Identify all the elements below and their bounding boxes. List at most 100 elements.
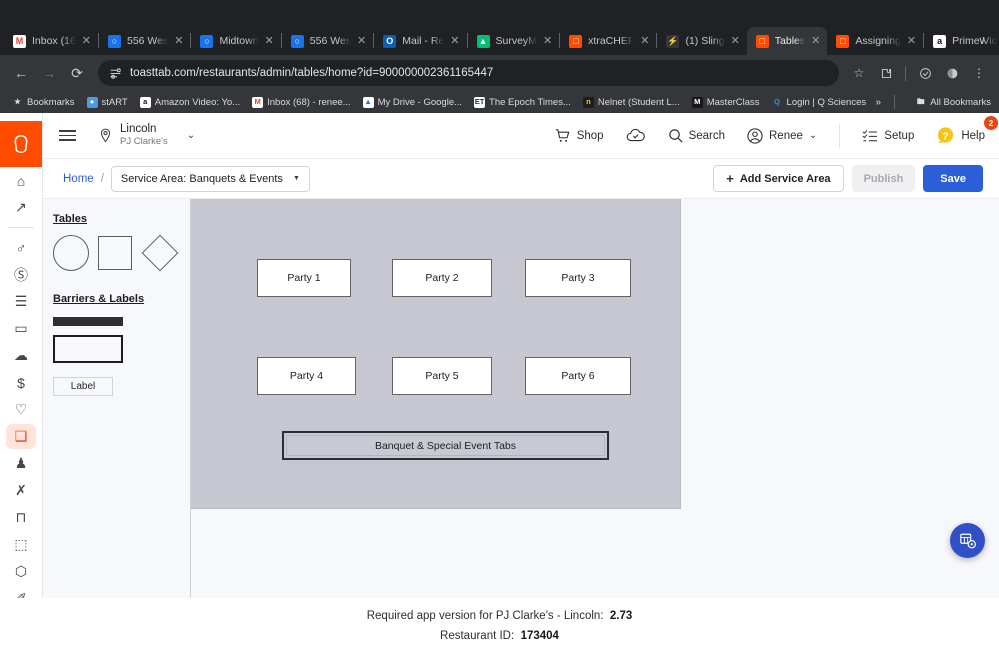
toast-map-icon: ○ bbox=[200, 34, 214, 48]
floorplan-banquet-barrier[interactable]: Banquet & Special Event Tabs bbox=[282, 431, 609, 460]
browser-tab-active[interactable]: □ Tables ✕ bbox=[746, 27, 828, 55]
hamburger-icon[interactable] bbox=[59, 130, 76, 141]
close-icon[interactable]: ✕ bbox=[450, 35, 459, 47]
browser-tab[interactable]: O Mail - Re ✕ bbox=[374, 27, 466, 55]
bookmark-item[interactable]: Q Login | Q Sciences bbox=[766, 95, 873, 110]
location-switcher[interactable]: Lincoln PJ Clarke's ⌄ bbox=[98, 123, 195, 147]
floorplan-table[interactable]: Party 2 bbox=[392, 259, 492, 297]
sidebar-item-reporting[interactable]: ↗ bbox=[6, 195, 36, 220]
browser-tab[interactable]: ○ 556 Wes ✕ bbox=[99, 27, 190, 55]
open-barrier-shape[interactable] bbox=[53, 335, 123, 363]
bookmark-item[interactable]: ET The Epoch Times... bbox=[468, 95, 577, 110]
sidebar-item-service[interactable]: ☁ bbox=[6, 343, 36, 368]
sidebar-item-chef[interactable]: ♟ bbox=[6, 451, 36, 476]
browser-tab[interactable]: ○ 556 Wes ✕ bbox=[282, 27, 373, 55]
add-service-area-button[interactable]: + Add Service Area bbox=[713, 165, 844, 192]
cloud-status-button[interactable] bbox=[626, 128, 646, 144]
close-icon[interactable]: ✕ bbox=[907, 35, 916, 47]
sidebar-item-takeout[interactable]: ✗ bbox=[6, 478, 36, 503]
service-area-select[interactable]: Service Area: Banquets & Events ▼ bbox=[110, 165, 310, 192]
help-badge: 2 bbox=[984, 116, 998, 130]
sidebar-item-integrations[interactable]: ⬡ bbox=[6, 559, 36, 584]
sidebar-item-loyalty[interactable]: ♡ bbox=[6, 397, 36, 422]
bookmark-item[interactable]: M MasterClass bbox=[686, 95, 766, 110]
app-header: Lincoln PJ Clarke's ⌄ Shop Search Renee … bbox=[43, 113, 999, 159]
back-button[interactable]: ← bbox=[8, 60, 34, 86]
browser-tab[interactable]: □ Assigning ✕ bbox=[827, 27, 923, 55]
floorplan-table[interactable]: Party 4 bbox=[257, 357, 356, 395]
browser-tab[interactable]: □ xtraCHEF ✕ bbox=[560, 27, 656, 55]
sidebar-item-tables[interactable]: ⊓ bbox=[6, 505, 36, 530]
bookmarks-overflow-button[interactable]: » bbox=[875, 97, 881, 108]
chevron-down-icon[interactable]: ⌄ bbox=[187, 130, 195, 141]
bookmark-item[interactable]: ▲ My Drive - Google... bbox=[357, 95, 468, 110]
search-button[interactable]: Search bbox=[668, 128, 725, 143]
sidebar-item-kitchen[interactable]: ▭ bbox=[6, 316, 36, 341]
breadcrumb-home[interactable]: Home bbox=[63, 173, 94, 185]
forward-button[interactable]: → bbox=[36, 60, 62, 86]
shop-label: Shop bbox=[576, 129, 604, 142]
floorplan-table[interactable]: Party 3 bbox=[525, 259, 631, 297]
diamond-table-shape[interactable] bbox=[141, 234, 179, 272]
help-button[interactable]: ? Help 2 bbox=[936, 116, 998, 145]
bookmark-item[interactable]: a Amazon Video: Yo... bbox=[134, 95, 246, 110]
solid-barrier-shape[interactable] bbox=[53, 317, 123, 326]
shop-button[interactable]: Shop bbox=[555, 128, 604, 144]
toast-logo-icon[interactable] bbox=[0, 121, 42, 167]
profile-avatar-icon[interactable] bbox=[940, 61, 964, 85]
close-icon[interactable]: ✕ bbox=[174, 35, 183, 47]
label-shape[interactable]: Label bbox=[53, 377, 113, 396]
chrome-menu-icon[interactable]: ⋮ bbox=[967, 61, 991, 85]
address-bar[interactable]: toasttab.com/restaurants/admin/tables/ho… bbox=[98, 60, 839, 86]
close-icon[interactable]: ✕ bbox=[265, 35, 274, 47]
browser-tab[interactable]: ○ Midtown ✕ bbox=[191, 27, 280, 55]
account-button[interactable]: Renee ⌄ bbox=[747, 127, 817, 144]
sync-profile-icon[interactable] bbox=[913, 61, 937, 85]
amazon-icon: a bbox=[139, 96, 151, 108]
close-icon[interactable]: ✕ bbox=[357, 35, 366, 47]
sidebar-item-guest-engagement[interactable]: ♂ bbox=[6, 235, 36, 260]
close-icon[interactable]: ✕ bbox=[811, 35, 820, 47]
bookmark-item[interactable]: M Inbox (68) - renee... bbox=[246, 95, 356, 110]
circle-table-shape[interactable] bbox=[53, 235, 89, 271]
site-settings-icon[interactable] bbox=[109, 67, 122, 80]
setup-button[interactable]: Setup bbox=[862, 129, 914, 143]
square-table-shape[interactable] bbox=[98, 236, 132, 270]
sidebar-item-marketing[interactable]: ✐ bbox=[6, 586, 36, 598]
table-label: Party 3 bbox=[561, 272, 595, 284]
browser-tab[interactable]: ▲ SurveyM ✕ bbox=[468, 27, 560, 55]
floorplan-canvas[interactable]: Party 1 Party 2 Party 3 Party 4 Party 5 Party… bbox=[191, 199, 681, 509]
close-icon[interactable]: ✕ bbox=[640, 35, 649, 47]
sidebar-item-payments[interactable]: $ bbox=[6, 370, 36, 395]
sidebar-item-payroll-team[interactable]: Ⓢ bbox=[6, 262, 36, 287]
floorplan-table[interactable]: Party 1 bbox=[257, 259, 351, 297]
help-label: Help bbox=[961, 129, 985, 142]
bookmark-star-icon[interactable]: ☆ bbox=[847, 61, 871, 85]
toolbar-divider bbox=[905, 65, 906, 81]
browser-tab[interactable]: ⚡ (1) Sling ✕ bbox=[657, 27, 746, 55]
all-bookmarks-button[interactable]: 🖿 All Bookmarks bbox=[915, 97, 991, 108]
chevron-down-icon[interactable]: ▼ bbox=[293, 175, 300, 182]
floorplan-table[interactable]: Party 6 bbox=[525, 357, 631, 395]
floorplan-table[interactable]: Party 5 bbox=[392, 357, 492, 395]
cart-icon bbox=[555, 128, 569, 142]
sidebar-item-devices[interactable]: ⬚ bbox=[6, 532, 36, 557]
bookmark-item[interactable]: ★ Bookmarks bbox=[6, 95, 81, 110]
sidebar-item-front-of-house[interactable]: ❑ bbox=[6, 424, 36, 449]
save-button[interactable]: Save bbox=[923, 165, 983, 192]
close-icon[interactable]: ✕ bbox=[543, 35, 552, 47]
reload-button[interactable]: ⟳ bbox=[64, 60, 90, 86]
publish-button[interactable]: Publish bbox=[851, 165, 916, 192]
bookmark-item[interactable]: n Nelnet (Student L... bbox=[577, 95, 686, 110]
floorplan-settings-fab[interactable] bbox=[950, 523, 985, 558]
close-icon[interactable]: ✕ bbox=[731, 35, 740, 47]
sidebar-item-home[interactable]: ⌂ bbox=[6, 168, 36, 193]
close-icon[interactable]: ✕ bbox=[82, 35, 91, 47]
sidebar-item-menus[interactable]: ☰ bbox=[6, 289, 36, 314]
extensions-icon[interactable] bbox=[874, 61, 898, 85]
browser-tab[interactable]: M Inbox (16 ✕ bbox=[4, 27, 98, 55]
app-version-line: Required app version for PJ Clarke's - L… bbox=[0, 610, 999, 622]
tab-search-icon[interactable]: ∨ bbox=[971, 29, 993, 51]
bookmark-item[interactable]: ● stART bbox=[81, 95, 134, 110]
chevron-down-icon[interactable]: ⌄ bbox=[809, 130, 817, 141]
